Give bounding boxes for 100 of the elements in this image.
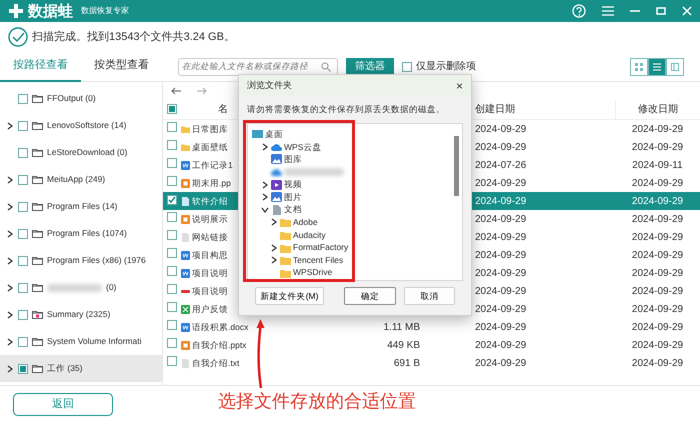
- chevron-right-icon[interactable]: [261, 193, 269, 202]
- checkbox[interactable]: [18, 148, 28, 158]
- chevron-right-icon[interactable]: [6, 122, 14, 130]
- file-name[interactable]: 项目说明: [192, 268, 228, 278]
- chevron-right-icon[interactable]: [270, 256, 278, 264]
- checkbox[interactable]: [167, 194, 177, 204]
- view-tab[interactable]: 按路径查看: [0, 52, 81, 82]
- view-mode-button[interactable]: [666, 58, 684, 76]
- tree-item[interactable]: System Volume Informati: [0, 328, 162, 355]
- file-name[interactable]: 网站链接: [192, 232, 228, 242]
- menu-icon[interactable]: [602, 6, 614, 16]
- chevron-down-icon[interactable]: [261, 206, 269, 214]
- chevron-right-icon[interactable]: [6, 284, 14, 292]
- close-button[interactable]: ×: [456, 77, 463, 95]
- help-icon[interactable]: [572, 4, 586, 18]
- file-name[interactable]: 工作记录1: [192, 160, 233, 170]
- dialog-button[interactable]: 取消: [404, 287, 455, 305]
- checkbox[interactable]: [18, 256, 28, 266]
- chevron-right-icon[interactable]: [6, 176, 14, 184]
- file-name[interactable]: 日常图库: [192, 124, 228, 134]
- search-field[interactable]: 在此处输入文件名称或保存路径: [178, 58, 338, 76]
- chevron-right-icon[interactable]: [270, 244, 278, 252]
- checkbox[interactable]: [167, 302, 177, 312]
- checkbox[interactable]: [167, 248, 177, 258]
- checkbox[interactable]: [167, 212, 177, 222]
- file-name[interactable]: 项目构思: [192, 250, 228, 260]
- checkbox[interactable]: [167, 320, 177, 330]
- checkbox[interactable]: [167, 158, 177, 168]
- file-name[interactable]: 自我介绍.txt: [192, 358, 240, 368]
- folder-name[interactable]: 桌面: [265, 128, 283, 141]
- file-name[interactable]: 说明展示: [192, 214, 228, 224]
- checkbox[interactable]: [167, 266, 177, 276]
- view-mode-button[interactable]: [630, 58, 648, 76]
- checkbox[interactable]: [402, 62, 412, 72]
- tree-item[interactable]: LeStoreDownload (0): [0, 139, 162, 166]
- checkbox[interactable]: [167, 230, 177, 240]
- close-icon[interactable]: [682, 6, 692, 16]
- checkbox[interactable]: [18, 364, 28, 374]
- folder-name[interactable]: 图片: [284, 190, 302, 204]
- tree-item[interactable]: Program Files (1074): [0, 220, 162, 247]
- checkbox[interactable]: [18, 282, 28, 292]
- filter-button[interactable]: 筛选器: [346, 58, 394, 76]
- file-name[interactable]: 软件介绍: [192, 196, 228, 206]
- checkbox[interactable]: [167, 356, 177, 366]
- dialog-button[interactable]: 新建文件夹(M): [255, 287, 324, 305]
- chevron-right-icon[interactable]: [6, 310, 14, 318]
- view-mode-button[interactable]: [648, 58, 666, 76]
- folder-name[interactable]: 文档: [284, 203, 302, 216]
- folder-name[interactable]: WPSDrive: [293, 266, 332, 280]
- folder-name[interactable]: Audacity: [293, 228, 326, 242]
- file-name[interactable]: 用户反馈: [192, 304, 228, 314]
- checkbox[interactable]: [167, 284, 177, 294]
- checkbox[interactable]: [18, 174, 28, 184]
- checkbox[interactable]: [167, 140, 177, 150]
- chevron-right-icon[interactable]: [270, 218, 278, 226]
- checkbox[interactable]: [18, 94, 28, 104]
- dialog-button[interactable]: 确定: [344, 287, 396, 305]
- back-arrow-icon[interactable]: [171, 87, 181, 95]
- checkbox[interactable]: [167, 176, 177, 186]
- chevron-right-icon[interactable]: [6, 364, 14, 372]
- folder-name[interactable]: FormatFactory: [293, 241, 348, 254]
- folder-name[interactable]: Adobe: [293, 216, 318, 229]
- checkbox[interactable]: [18, 310, 28, 320]
- file-name[interactable]: 期末用.pp: [192, 178, 231, 188]
- checkbox[interactable]: [167, 122, 177, 132]
- created-date: 2024-09-29: [475, 178, 526, 188]
- chevron-right-icon[interactable]: [6, 202, 14, 210]
- file-name[interactable]: 自我介绍.pptx: [192, 340, 246, 350]
- file-name[interactable]: 桌面壁纸: [192, 142, 228, 152]
- tree-item[interactable]: Program Files (14): [0, 193, 162, 220]
- tree-item[interactable]: (0): [0, 274, 162, 301]
- tree-item[interactable]: LenovoSoftstore (14): [0, 112, 162, 139]
- checkbox[interactable]: [18, 228, 28, 238]
- folder-name[interactable]: WPS云盘: [284, 140, 322, 154]
- scrollbar-thumb[interactable]: [454, 136, 459, 196]
- checkbox[interactable]: [18, 120, 28, 130]
- checkbox[interactable]: [18, 202, 28, 212]
- file-name[interactable]: 项目说明: [192, 286, 228, 296]
- tree-item[interactable]: Summary (2325): [0, 301, 162, 328]
- checkbox[interactable]: [167, 104, 177, 114]
- file-name[interactable]: 语段积累.docx: [192, 322, 248, 332]
- tree-item[interactable]: MeituApp (249): [0, 166, 162, 193]
- chevron-right-icon[interactable]: [261, 180, 269, 189]
- folder-name[interactable]: 视频: [284, 178, 302, 192]
- tree-item[interactable]: Program Files (x86) (1976: [0, 247, 162, 274]
- forward-arrow-icon[interactable]: [197, 87, 207, 95]
- chevron-right-icon[interactable]: [261, 142, 269, 151]
- maximize-icon[interactable]: [656, 6, 666, 16]
- checkbox[interactable]: [167, 338, 177, 348]
- back-button[interactable]: 返回: [13, 393, 113, 416]
- folder-name[interactable]: 图库: [284, 153, 302, 166]
- chevron-right-icon[interactable]: [6, 256, 14, 264]
- chevron-right-icon[interactable]: [6, 338, 14, 346]
- checkbox[interactable]: [18, 336, 28, 346]
- tree-item[interactable]: 工作 (35): [0, 355, 162, 382]
- folder-name[interactable]: Tencent Files: [293, 254, 344, 267]
- chevron-right-icon[interactable]: [6, 230, 14, 238]
- view-tab[interactable]: 按类型查看: [81, 52, 162, 82]
- checkbox-label: 仅显示删除项: [416, 60, 476, 74]
- tree-item[interactable]: FFOutput (0): [0, 85, 162, 112]
